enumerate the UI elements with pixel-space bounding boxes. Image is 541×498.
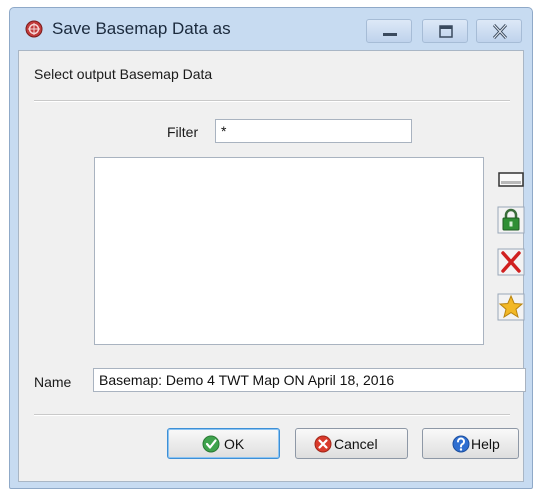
filter-input[interactable]: * <box>215 119 412 143</box>
help-icon <box>452 435 470 453</box>
dialog-body: Select output Basemap Data Filter * Name… <box>18 50 526 482</box>
delete-button[interactable] <box>496 247 526 277</box>
divider-bottom <box>34 414 510 416</box>
rename-icon <box>498 172 524 187</box>
cancel-label: Cancel <box>334 436 378 452</box>
rename-button[interactable] <box>496 165 526 195</box>
maximize-icon <box>439 25 453 38</box>
minimize-icon <box>383 33 397 36</box>
cancel-button[interactable]: Cancel <box>295 428 408 459</box>
favorite-icon <box>497 293 525 321</box>
help-label: Help <box>471 436 500 452</box>
title-bar[interactable]: Save Basemap Data as <box>10 8 532 50</box>
maximize-button[interactable] <box>422 19 468 43</box>
ok-label: OK <box>224 436 245 452</box>
window-title: Save Basemap Data as <box>52 19 231 38</box>
lock-button[interactable] <box>496 205 526 235</box>
ok-button[interactable]: OK <box>167 428 280 459</box>
dialog-heading: Select output Basemap Data <box>34 66 213 82</box>
cancel-icon <box>314 435 332 453</box>
basemap-list[interactable] <box>94 157 484 345</box>
lock-icon <box>497 206 525 234</box>
checkmark-icon <box>202 435 220 453</box>
save-basemap-dialog: Save Basemap Data as Select output Basem… <box>9 7 533 489</box>
close-button[interactable] <box>476 19 522 43</box>
app-icon <box>25 20 43 38</box>
favorite-button[interactable] <box>496 292 526 322</box>
name-label: Name <box>34 374 72 390</box>
filter-label: Filter <box>167 124 199 140</box>
divider-top <box>34 100 510 102</box>
minimize-button[interactable] <box>366 19 412 43</box>
help-button[interactable]: Help <box>422 428 519 459</box>
delete-icon <box>497 248 525 276</box>
close-icon <box>492 23 508 40</box>
name-input[interactable]: Basemap: Demo 4 TWT Map ON April 18, 201… <box>93 368 526 392</box>
